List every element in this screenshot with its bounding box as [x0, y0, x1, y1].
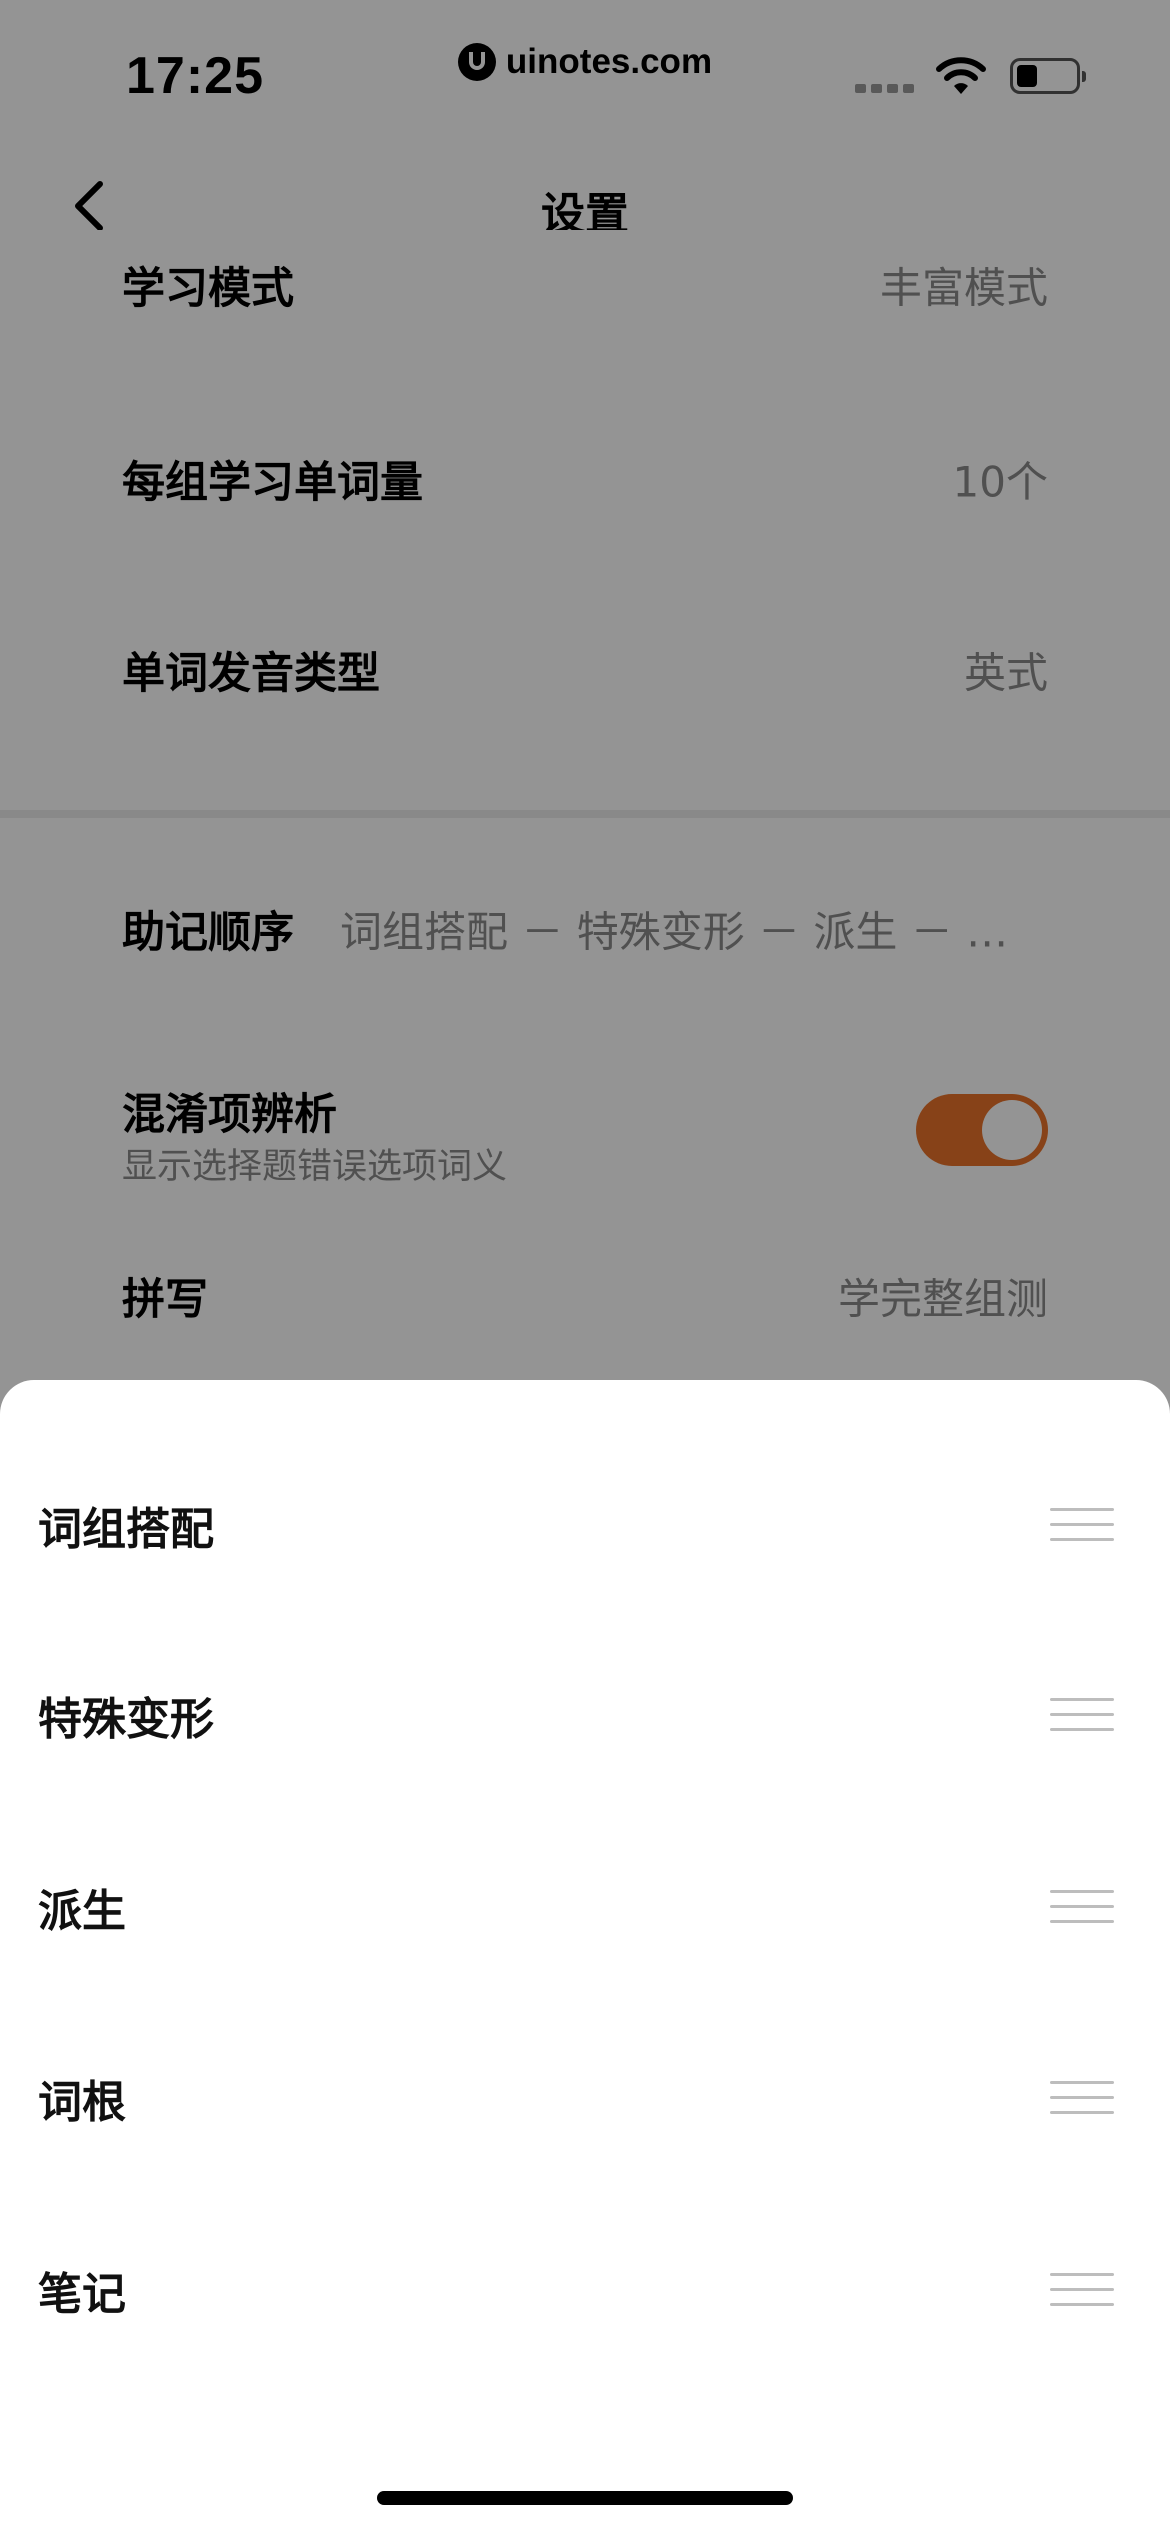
mnemonic-order-sheet: 词组搭配 特殊变形 派生 词根 笔记	[0, 1380, 1170, 2532]
sheet-item-notes[interactable]: 笔记	[0, 2195, 1170, 2385]
sheet-item-label: 词根	[38, 2077, 126, 2128]
sheet-item-special-forms[interactable]: 特殊变形	[0, 1620, 1170, 1810]
drag-handle-icon[interactable]	[1050, 1508, 1114, 1542]
drag-handle-icon[interactable]	[1050, 1698, 1114, 1732]
drag-handle-icon[interactable]	[1050, 2081, 1114, 2115]
sheet-item-phrases[interactable]: 词组搭配	[0, 1430, 1170, 1620]
sheet-item-roots[interactable]: 词根	[0, 2003, 1170, 2193]
home-indicator[interactable]	[377, 2491, 793, 2505]
sheet-item-derivatives[interactable]: 派生	[0, 1812, 1170, 2002]
drag-handle-icon[interactable]	[1050, 2273, 1114, 2307]
sheet-item-label: 派生	[38, 1886, 126, 1937]
sheet-item-label: 特殊变形	[38, 1694, 214, 1745]
sheet-item-label: 词组搭配	[38, 1504, 214, 1555]
sheet-item-label: 笔记	[38, 2269, 126, 2320]
drag-handle-icon[interactable]	[1050, 1890, 1114, 1924]
